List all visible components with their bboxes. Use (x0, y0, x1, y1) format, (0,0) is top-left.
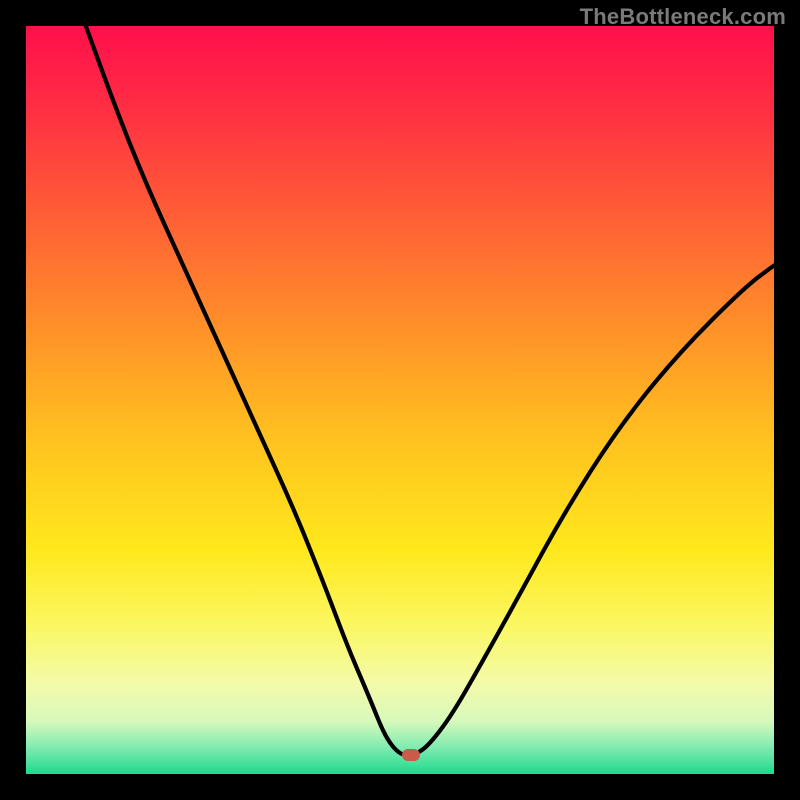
curve-path (86, 26, 774, 755)
chart-frame: TheBottleneck.com (0, 0, 800, 800)
curve-layer (26, 26, 774, 774)
watermark-label: TheBottleneck.com (580, 4, 786, 30)
plot-area (26, 26, 774, 774)
minimum-marker (402, 749, 420, 761)
